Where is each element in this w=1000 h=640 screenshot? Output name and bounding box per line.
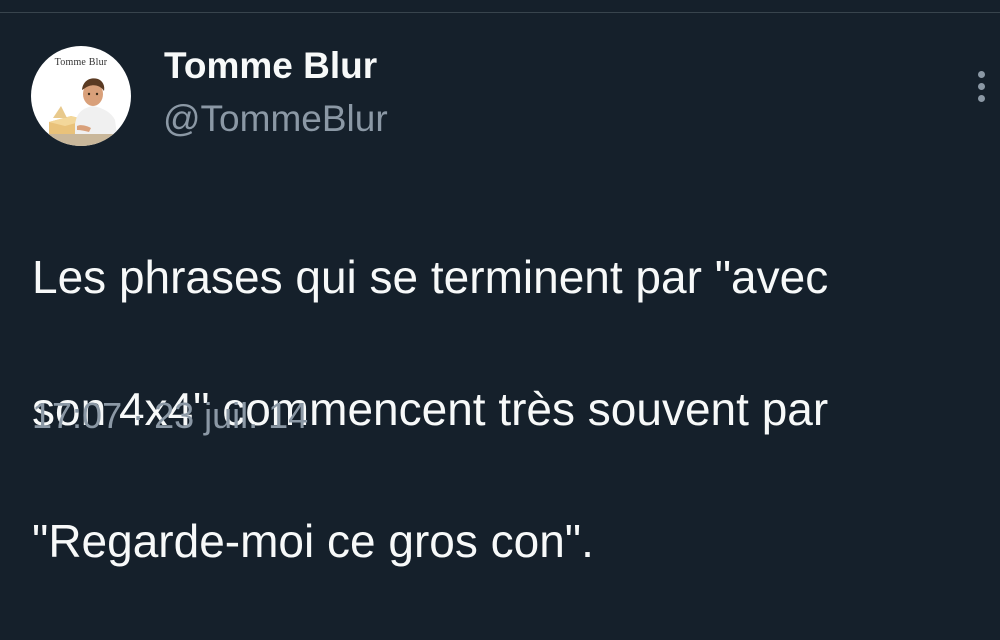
author-handle[interactable]: @TommeBlur (163, 96, 388, 142)
avatar[interactable]: Tomme Blur (31, 46, 131, 146)
author-display-name[interactable]: Tomme Blur (164, 43, 377, 89)
more-options-button[interactable] (966, 68, 998, 104)
tweet-text-line: Les phrases qui se terminent par "avec (32, 251, 829, 303)
tweet-timestamp[interactable]: 17:07 · 23 juil. 14 (32, 393, 308, 439)
tweet-card: Tomme Blur Tomme Blur @TommeBlur Les phr… (0, 0, 1000, 567)
tweet-text-line: "Regarde-moi ce gros con". (32, 515, 594, 567)
profile-photo-icon (41, 78, 123, 146)
